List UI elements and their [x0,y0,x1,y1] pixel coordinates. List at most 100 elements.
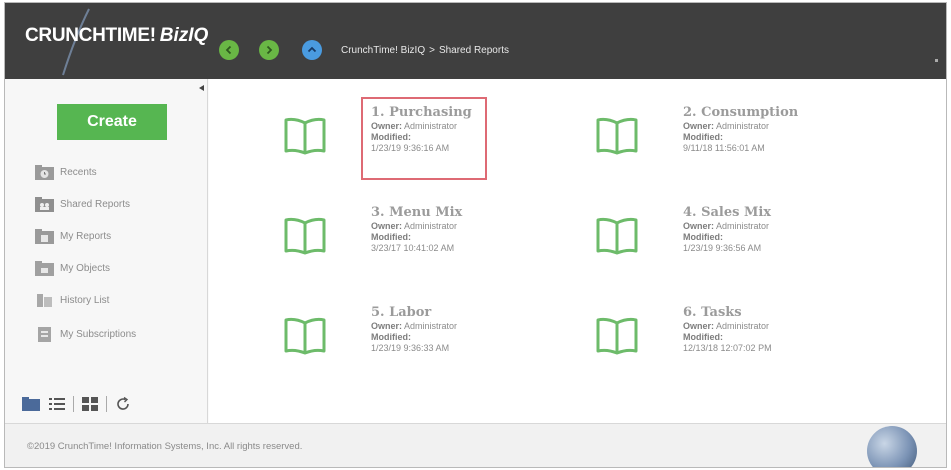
sidebar-item-label: Shared Reports [60,198,131,210]
chevron-left-icon [225,45,232,55]
sidebar-item-label: Recents [60,166,97,178]
owner-label: Owner: [371,121,403,131]
owner-label: Owner: [371,221,403,231]
chevron-right-icon [266,45,273,55]
book-icon [596,317,638,355]
report-card-tasks[interactable]: 6. Tasks Owner: Administrator Modified: … [595,301,915,381]
breadcrumb-current[interactable]: Shared Reports [439,45,509,56]
owner-value: Administrator [716,221,770,231]
modified-value: 3/23/17 10:41:02 AM [371,243,455,253]
report-modified: Modified: [683,332,772,343]
sidebar-item-label: My Reports [60,230,112,242]
sidebar-item-my-objects[interactable]: My Objects [35,257,110,279]
report-modified: Modified: [683,232,771,243]
modified-value: 1/23/19 9:36:16 AM [371,143,450,153]
report-title[interactable]: 3. Menu Mix [371,205,462,221]
toolbar-divider [73,396,74,412]
book-icon [284,117,326,155]
footer: ©2019 CrunchTime! Information Systems, I… [5,423,946,467]
view-toolbar [21,393,139,415]
forward-button[interactable] [259,40,279,60]
owner-value: Administrator [404,221,458,231]
folder-icon [22,397,40,411]
report-modified: Modified: [371,232,462,243]
book-icon [284,317,326,355]
modified-label: Modified: [371,132,411,142]
modified-label: Modified: [683,132,723,142]
modified-label: Modified: [371,232,411,242]
folder-view-button[interactable] [21,395,41,413]
report-title[interactable]: 2. Consumption [683,105,798,121]
report-info: 5. Labor Owner: Administrator Modified: … [365,301,463,358]
sidebar-item-shared-reports[interactable]: Shared Reports [35,193,130,215]
logo-crunchtime: CRUNCHTIME [25,25,150,46]
report-owner: Owner: Administrator [683,121,798,132]
report-folder-icon [35,228,54,244]
breadcrumb-home[interactable]: CrunchTime! BizIQ [341,45,425,56]
up-button[interactable] [302,40,322,60]
owner-label: Owner: [371,321,403,331]
report-info: 2. Consumption Owner: Administrator Modi… [677,101,804,158]
copyright-text: ©2019 CrunchTime! Information Systems, I… [27,441,303,452]
report-title[interactable]: 5. Labor [371,305,457,321]
report-title[interactable]: 6. Tasks [683,305,772,321]
logo-biziq: BizIQ [159,25,209,46]
report-card-consumption[interactable]: 2. Consumption Owner: Administrator Modi… [595,101,915,181]
owner-label: Owner: [683,221,715,231]
objects-folder-icon [35,260,54,276]
modified-label: Modified: [371,332,411,342]
report-modified: Modified: [371,132,477,143]
report-info: 6. Tasks Owner: Administrator Modified: … [677,301,778,358]
modified-label: Modified: [683,232,723,242]
owner-label: Owner: [683,321,715,331]
report-card-labor[interactable]: 5. Labor Owner: Administrator Modified: … [283,301,603,381]
book-icon [596,217,638,255]
clock-folder-icon [35,164,54,180]
shared-folder-icon [35,196,54,212]
report-card-purchasing[interactable]: 1. Purchasing Owner: Administrator Modif… [283,97,603,181]
grid-icon [82,397,98,411]
collapse-sidebar-icon[interactable] [199,85,204,91]
breadcrumb: CrunchTime! BizIQ > Shared Reports [341,45,509,56]
modified-label: Modified: [683,332,723,342]
owner-value: Administrator [404,321,458,331]
report-owner: Owner: Administrator [371,121,477,132]
history-icon [35,293,54,308]
grid-view-button[interactable] [80,395,100,413]
sidebar-item-label: History List [60,294,110,306]
sidebar: Create Recents Shared Reports My Reports… [5,79,208,423]
report-owner: Owner: Administrator [683,221,771,232]
report-card-menu-mix[interactable]: 3. Menu Mix Owner: Administrator Modifie… [283,201,603,281]
report-owner: Owner: Administrator [371,321,457,332]
sidebar-item-my-reports[interactable]: My Reports [35,225,111,247]
logo-exclaim: ! [149,25,156,46]
modified-value: 1/23/19 9:36:33 AM [371,343,450,353]
modified-value: 1/23/19 9:36:56 AM [683,243,762,253]
owner-value: Administrator [404,121,458,131]
owner-value: Administrator [716,321,770,331]
globe-icon[interactable] [867,426,917,467]
refresh-icon [117,396,129,410]
create-button[interactable]: Create [57,104,167,140]
list-icon [49,398,65,410]
list-view-button[interactable] [47,395,67,413]
sidebar-item-label: My Subscriptions [60,328,137,340]
header-scroll-indicator [935,59,938,62]
report-card-sales-mix[interactable]: 4. Sales Mix Owner: Administrator Modifi… [595,201,915,281]
refresh-button[interactable] [113,395,133,413]
owner-value: Administrator [716,121,770,131]
app-logo[interactable]: CRUNCHTIME! BizIQ [25,25,208,57]
report-owner: Owner: Administrator [683,321,772,332]
report-title[interactable]: 4. Sales Mix [683,205,771,221]
chevron-up-icon [307,46,317,53]
book-icon [284,217,326,255]
report-info: 3. Menu Mix Owner: Administrator Modifie… [365,201,468,258]
report-modified: Modified: [683,132,798,143]
sidebar-item-my-subscriptions[interactable]: My Subscriptions [35,323,136,345]
sidebar-item-history-list[interactable]: History List [35,289,109,311]
sidebar-item-recents[interactable]: Recents [35,161,97,183]
back-button[interactable] [219,40,239,60]
report-modified: Modified: [371,332,457,343]
report-title[interactable]: 1. Purchasing [371,105,477,121]
modified-value: 12/13/18 12:07:02 PM [683,343,772,353]
